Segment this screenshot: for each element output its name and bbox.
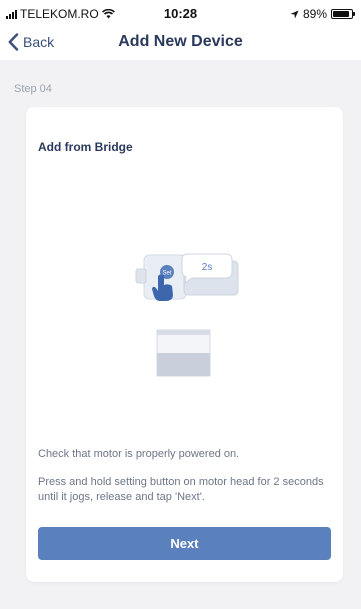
status-right: 89% [290, 7, 355, 21]
instruction-card: Add from Bridge Set 2s Check that motor … [26, 107, 343, 582]
next-button[interactable]: Next [38, 527, 331, 560]
battery-icon [331, 9, 355, 19]
page-title: Add New Device [118, 33, 243, 50]
motor-illustration: Set 2s [126, 247, 256, 387]
status-bar: TELEKOM.RO 10:28 89% [0, 0, 361, 26]
card-title: Add from Bridge [38, 140, 133, 154]
hold-instruction: Press and hold setting button on motor h… [38, 476, 324, 503]
bubble-text: 2s [202, 262, 213, 273]
motor-setting-illustration: Set 2s [135, 253, 239, 377]
battery-percent: 89% [302, 7, 327, 21]
navigation-bar: Back Add New Device [0, 26, 361, 60]
step-label: Step 04 [14, 83, 52, 95]
power-instruction: Check that motor is properly powered on. [38, 448, 240, 460]
location-icon [290, 9, 299, 19]
